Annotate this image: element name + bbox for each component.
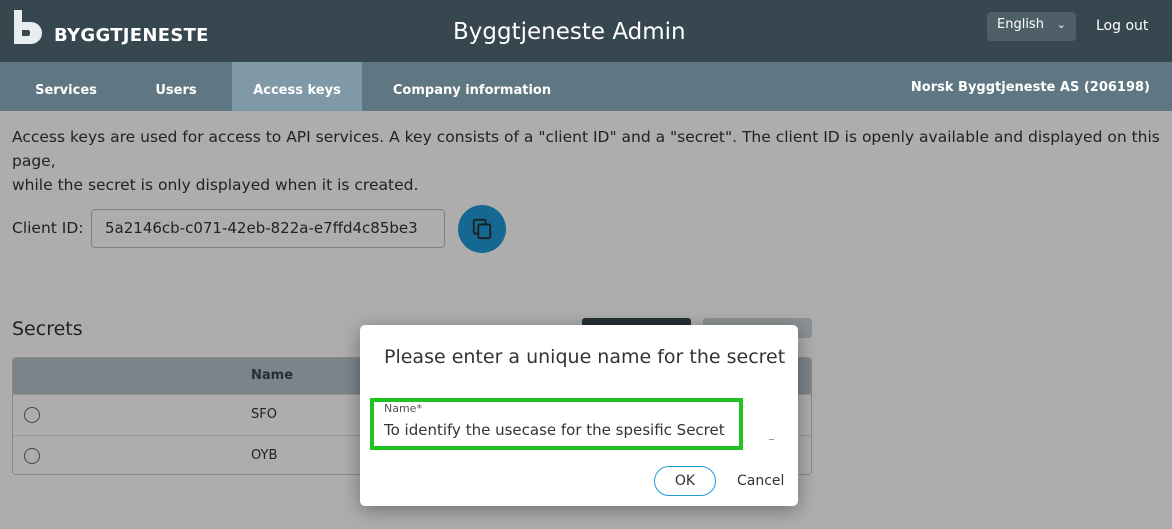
top-bar: BYGGTJENESTE Byggtjeneste Admin English …: [0, 0, 1172, 62]
logo[interactable]: BYGGTJENESTE: [12, 7, 209, 46]
tab-services[interactable]: Services: [12, 62, 120, 111]
company-name: Norsk Byggtjeneste AS (206198): [910, 80, 1150, 95]
language-select[interactable]: English ⌄: [987, 12, 1076, 41]
name-field-label: Name*: [384, 402, 422, 415]
logo-text: BYGGTJENESTE: [54, 25, 209, 46]
cancel-button[interactable]: Cancel: [737, 473, 784, 489]
name-input[interactable]: To identify the usecase for the spesific…: [384, 421, 725, 439]
dialog-title: Please enter a unique name for the secre…: [384, 346, 786, 368]
logo-icon: [14, 9, 42, 44]
app-title: Byggtjeneste Admin: [453, 19, 686, 45]
chevron-down-icon: ⌄: [1056, 18, 1066, 31]
nav-bar: Services Users Access keys Company infor…: [0, 62, 1172, 111]
secret-name-dialog: Please enter a unique name for the secre…: [360, 325, 798, 506]
logout-link[interactable]: Log out: [1096, 18, 1148, 34]
field-underline: [769, 439, 774, 440]
tab-company-information[interactable]: Company information: [386, 62, 558, 111]
tab-users[interactable]: Users: [120, 62, 232, 111]
tab-access-keys[interactable]: Access keys: [232, 62, 362, 111]
ok-button[interactable]: OK: [654, 466, 716, 496]
language-value: English: [997, 17, 1044, 32]
